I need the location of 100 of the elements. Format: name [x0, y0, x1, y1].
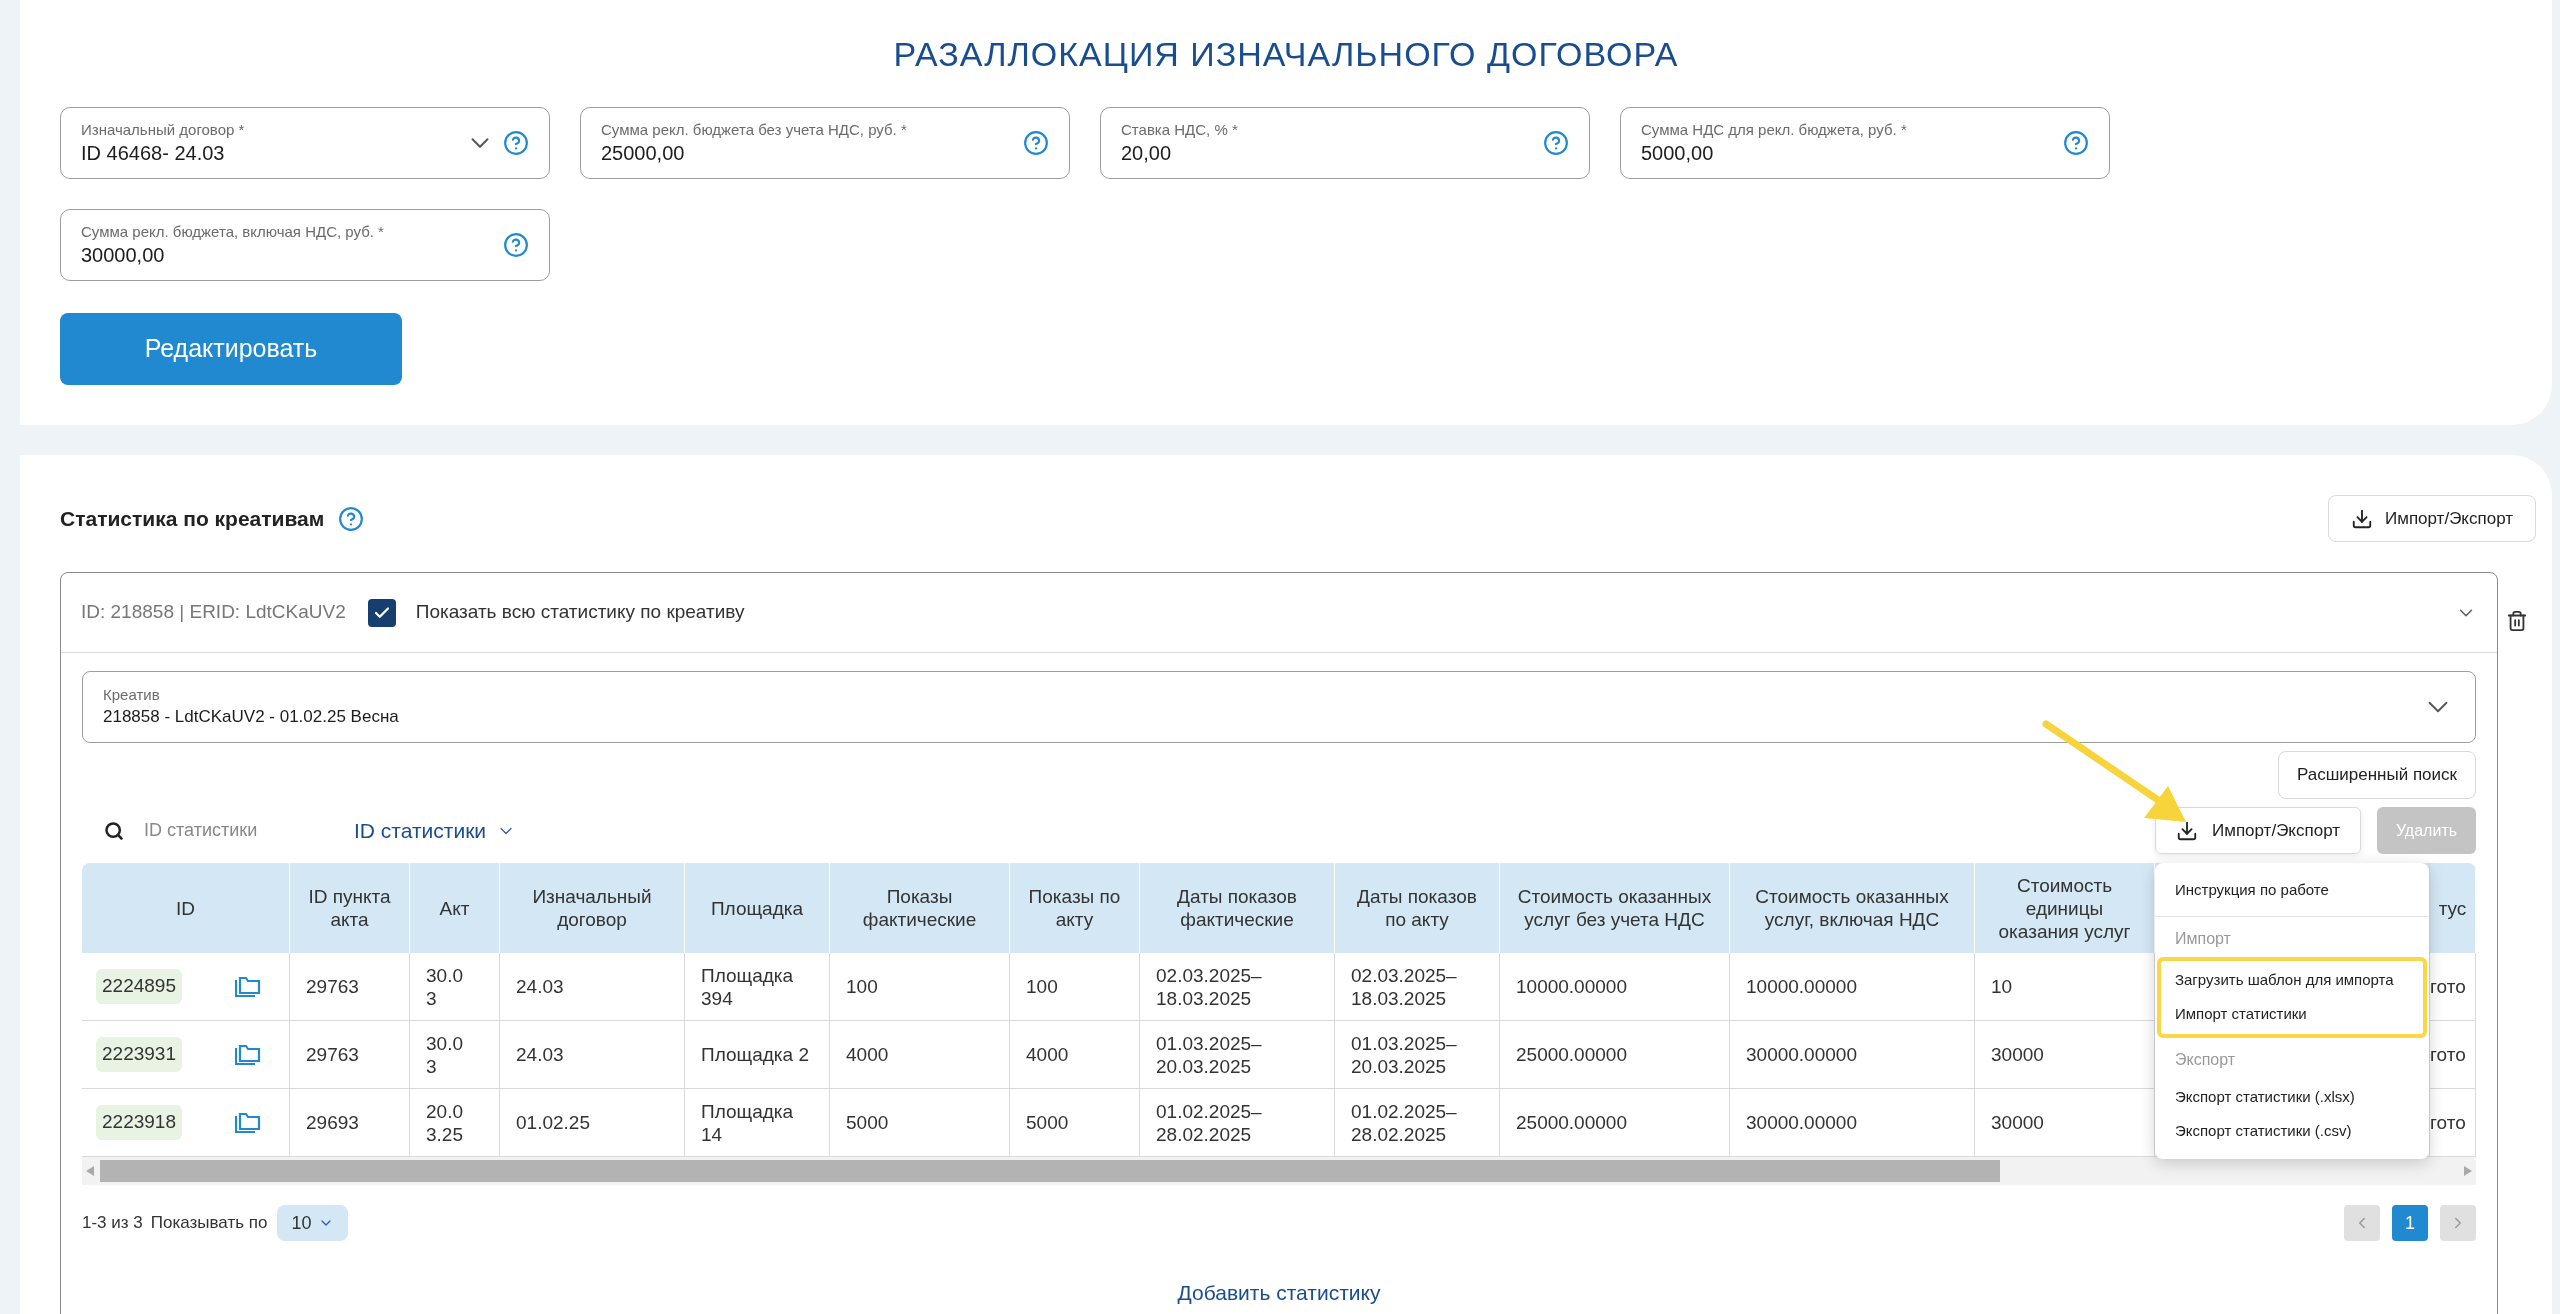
input-field[interactable]: Изначальный договор * ID 46468- 24.03: [60, 107, 550, 179]
table-cell: 29693: [306, 1111, 359, 1134]
table-cell: 30000: [1991, 1111, 2044, 1134]
id-chip[interactable]: 2223931: [96, 1037, 182, 1072]
table-cell: 30000.00000: [1746, 1043, 1857, 1066]
advanced-search-button[interactable]: Расширенный поиск: [2277, 751, 2476, 799]
table-cell: гото: [2430, 975, 2466, 998]
field-value: 5000,00: [1641, 141, 1715, 166]
creative-select[interactable]: Креатив 218858 - LdtCKaUV2 - 01.02.25 Весна: [82, 671, 2476, 743]
horizontal-scrollbar[interactable]: [82, 1157, 2476, 1185]
menu-item[interactable]: Экспорт статистики (.xlsx): [2154, 1079, 2429, 1114]
table-cell: 5000: [846, 1111, 889, 1134]
help-icon[interactable]: [1023, 130, 1049, 156]
add-statistics-link[interactable]: Добавить статистику: [1177, 1277, 1381, 1309]
creative-id: ID: 218858 | ERID: LdtCKaUV2: [81, 600, 346, 625]
help-icon[interactable]: [2063, 130, 2089, 156]
table-cell-text: 20.03.25: [426, 1099, 464, 1146]
folders-icon[interactable]: [235, 1111, 261, 1134]
table-cell: 30000: [1991, 1043, 2044, 1066]
import-export-button[interactable]: Импорт/Экспорт: [2327, 495, 2536, 542]
table-cell: 30000.00000: [1746, 1111, 1857, 1134]
table-cell-text: Площадка 394: [701, 963, 795, 1010]
help-icon[interactable]: [1543, 130, 1569, 156]
id-chip[interactable]: 2223918: [96, 1105, 182, 1140]
field-value: 20,00: [1121, 141, 1173, 166]
column-header: Стоимость единицы оказания услуг: [1975, 863, 2155, 953]
page-button[interactable]: 1: [2392, 1205, 2428, 1241]
download-icon: [2350, 507, 2373, 530]
checkbox[interactable]: [367, 598, 396, 627]
folders-icon[interactable]: [235, 1043, 261, 1066]
table-cell-text: Площадка 14: [701, 1099, 795, 1146]
table-cell-text: 01.02.2025–28.02.2025: [1156, 1099, 1263, 1146]
column-header: Стоимость оказанных услуг, включая НДС: [1730, 863, 1975, 953]
table-cell: 24.03: [516, 1043, 564, 1066]
input-field[interactable]: Сумма НДС для рекл. бюджета, руб. * 5000,00: [1620, 107, 2110, 179]
column-header: Площадка: [685, 863, 830, 953]
scroll-left-icon[interactable]: [86, 1166, 94, 1176]
table-cell-text: 01.03.2025–20.03.2025: [1351, 1031, 1458, 1078]
table-cell-text: 30.03: [426, 1031, 464, 1078]
table-cell: Площадка 2: [701, 1043, 809, 1066]
table-cell: гото: [2430, 1111, 2466, 1134]
table-cell-text: 01.02.2025–28.02.2025: [1351, 1099, 1458, 1146]
folders-icon[interactable]: [235, 975, 261, 998]
table-cell: 25000.00000: [1516, 1111, 1627, 1134]
input-field[interactable]: Сумма рекл. бюджета, включая НДС, руб. * 30000,00: [60, 209, 550, 281]
input-field[interactable]: Сумма рекл. бюджета без учета НДС, руб. * 25000,00: [580, 107, 1070, 179]
column-header: Даты показов фактические: [1140, 863, 1335, 953]
trash-icon[interactable]: [2506, 610, 2528, 632]
table-cell-text: 02.03.2025–18.03.2025: [1156, 963, 1263, 1010]
field-label: Изначальный договор *: [81, 120, 246, 140]
menu-item[interactable]: Загрузить шаблон для импорта: [2160, 962, 2423, 997]
help-icon[interactable]: [503, 130, 529, 156]
scroll-right-icon[interactable]: [2464, 1166, 2472, 1176]
field-value: ID 46468- 24.03: [81, 141, 226, 166]
table-cell: 10000.00000: [1516, 975, 1627, 998]
column-header: Показы фактические: [830, 863, 1010, 953]
field-label: Сумма НДС для рекл. бюджета, руб. *: [1641, 120, 1908, 140]
field-label: Креатив: [103, 685, 161, 705]
menu-heading: Экспорт: [2173, 1049, 2237, 1070]
field-value: 25000,00: [601, 141, 686, 166]
table-cell: 5000: [1026, 1111, 1069, 1134]
table-cell: 4000: [1026, 1043, 1069, 1066]
menu-item[interactable]: Инструкция по работе: [2154, 873, 2429, 908]
search-by-dropdown[interactable]: ID статистики: [354, 814, 517, 847]
column-header: Показы по акту: [1010, 863, 1140, 953]
help-icon[interactable]: [338, 505, 365, 532]
checkbox-label: Показать всю статистику по креативу: [415, 600, 745, 625]
table-cell-text: 02.03.2025–18.03.2025: [1351, 963, 1458, 1010]
table-cell: 10000.00000: [1746, 975, 1857, 998]
edit-button[interactable]: Редактировать: [60, 313, 402, 385]
column-header: Акт: [410, 863, 500, 953]
table-cell: 4000: [846, 1043, 889, 1066]
search-field[interactable]: ID статистики: [144, 817, 314, 844]
table-cell-text: 01.03.2025–20.03.2025: [1156, 1031, 1263, 1078]
column-header: Изначальный договор: [500, 863, 685, 953]
per-page-select[interactable]: 10: [277, 1205, 348, 1241]
column-header: ID пункта акта: [290, 863, 410, 953]
search-icon: [104, 820, 124, 841]
help-icon[interactable]: [503, 232, 529, 258]
table-cell: 10: [1991, 975, 2013, 998]
field-label: Ставка НДС, % *: [1121, 120, 1239, 140]
menu-item[interactable]: Экспорт статистики (.csv): [2154, 1114, 2429, 1149]
table-cell: 29763: [306, 1043, 359, 1066]
section-title: Статистика по креативам: [60, 505, 325, 532]
table-cell-text: 30.03: [426, 963, 464, 1010]
field-label: Сумма рекл. бюджета без учета НДС, руб. *: [601, 120, 908, 140]
column-header: тус: [2430, 863, 2476, 953]
table-cell: 100: [1026, 975, 1058, 998]
per-page-label: Показывать по: [150, 1212, 268, 1235]
column-header: Стоимость оказанных услуг без учета НДС: [1500, 863, 1730, 953]
table-cell: 01.02.25: [516, 1111, 590, 1134]
field-value: 30000,00: [81, 243, 166, 268]
field-value: 218858 - LdtCKaUV2 - 01.02.25 Весна: [103, 706, 400, 728]
column-header: Даты показов по акту: [1335, 863, 1500, 953]
pagination-range: 1-3 из 3: [82, 1212, 143, 1235]
menu-item[interactable]: Импорт статистики: [2160, 997, 2423, 1032]
table-cell: 29763: [306, 975, 359, 998]
input-field[interactable]: Ставка НДС, % * 20,00: [1100, 107, 1590, 179]
download-icon: [2175, 819, 2198, 842]
id-chip[interactable]: 2224895: [96, 969, 182, 1004]
